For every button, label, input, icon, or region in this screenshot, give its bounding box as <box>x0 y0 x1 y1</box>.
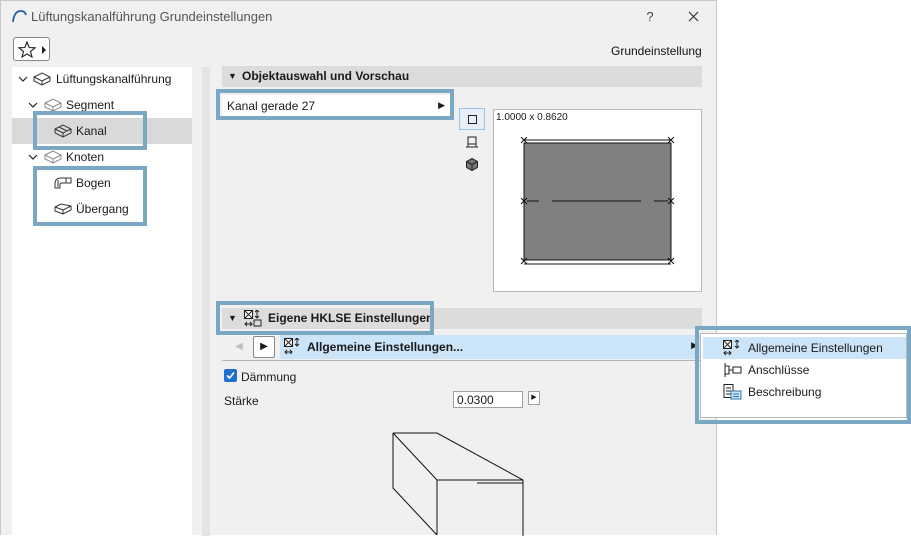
thickness-input[interactable]: 0.0300 <box>453 391 523 408</box>
general-settings-icon <box>244 310 262 327</box>
plan-view-button[interactable] <box>459 108 485 130</box>
chevron-right-icon: ▶ <box>691 340 698 350</box>
next-page-button[interactable]: ▶ <box>253 336 275 358</box>
tree-item-lueftungskanalfuehrung[interactable]: Lüftungskanalführung <box>12 67 192 91</box>
3d-view-button[interactable] <box>459 154 485 176</box>
app-arc-icon <box>12 10 27 23</box>
duct-icon <box>54 124 72 138</box>
menu-item-anschluesse[interactable]: Anschlüsse <box>703 359 906 381</box>
tree-item-label: Bogen <box>76 176 111 190</box>
previous-page-button[interactable]: ◀ <box>228 337 250 357</box>
page-selector[interactable]: Allgemeine Einstellungen... ▶ <box>280 335 702 359</box>
menu-item-allgemeine-einstellungen[interactable]: Allgemeine Einstellungen <box>703 337 906 359</box>
star-icon <box>18 41 36 58</box>
page-menu: Allgemeine Einstellungen Anschlüsse Besc… <box>700 333 907 418</box>
general-settings-icon <box>284 338 300 355</box>
chevron-down-icon <box>28 102 38 108</box>
object-section-header[interactable]: ▼ Objektauswahl und Vorschau <box>222 66 702 87</box>
title-bar: Lüftungskanalführung Grundeinstellungen … <box>1 1 716 33</box>
chevron-right-icon <box>42 46 46 54</box>
section-view-icon <box>466 136 478 148</box>
collapse-triangle-icon: ▼ <box>228 71 237 81</box>
3d-view-icon <box>466 158 478 171</box>
preview-dimension: 1.0000 x 0.8620 <box>496 112 568 123</box>
thickness-label: Stärke <box>224 394 259 408</box>
tree-panel: Lüftungskanalführung Segment Kanal Knote… <box>12 67 192 536</box>
tree-item-bogen[interactable]: Bogen <box>12 171 192 195</box>
plan-view-icon <box>468 115 477 124</box>
tree-item-uebergang[interactable]: Übergang <box>12 197 192 221</box>
current-page-label: Allgemeine Einstellungen... <box>307 340 464 354</box>
segment-icon <box>44 98 62 112</box>
hklse-section-header[interactable]: ▼ Eigene HKLSE Einstellungen <box>222 308 702 329</box>
divider <box>222 360 702 361</box>
chevron-down-icon <box>18 76 28 82</box>
tree-item-label: Kanal <box>76 124 107 138</box>
menu-item-label: Anschlüsse <box>748 363 810 377</box>
tree-item-label: Segment <box>66 98 115 112</box>
window-title: Lüftungskanalführung Grundeinstellungen <box>31 9 273 24</box>
splitter[interactable] <box>202 67 210 536</box>
tree-item-knoten[interactable]: Knoten <box>12 145 192 169</box>
tree-item-label: Lüftungskanalführung <box>56 72 172 86</box>
insulation-label: Dämmung <box>241 370 297 384</box>
page-navigation: ◀ ▶ Allgemeine Einstellungen... ▶ <box>222 335 702 359</box>
section-title: Eigene HKLSE Einstellungen <box>268 311 434 325</box>
preview-panel: 1.0000 x 0.8620 <box>493 109 702 292</box>
tree-item-kanal[interactable]: Kanal <box>12 119 192 143</box>
node-icon <box>44 150 62 164</box>
menu-item-label: Beschreibung <box>748 385 822 399</box>
tree-item-label: Übergang <box>76 202 129 216</box>
selected-object-label: Kanal gerade 27 <box>227 99 316 113</box>
checkmark-icon <box>226 371 235 380</box>
section-title: Objektauswahl und Vorschau <box>242 69 410 83</box>
menu-item-label: Allgemeine Einstellungen <box>748 341 883 355</box>
favorites-button[interactable] <box>13 37 50 61</box>
object-selector[interactable]: Kanal gerade 27 ▶ <box>222 95 451 118</box>
duct-cross-section-preview <box>520 137 675 265</box>
preset-label: Grundeinstellung <box>611 44 702 58</box>
insulation-checkbox[interactable] <box>224 369 237 382</box>
menu-item-beschreibung[interactable]: Beschreibung <box>703 381 906 403</box>
duct-3d-preview <box>392 432 524 536</box>
chevron-right-icon: ▶ <box>438 100 445 110</box>
transition-icon <box>54 203 72 215</box>
duct-route-icon <box>33 72 51 86</box>
help-button[interactable]: ? <box>639 6 661 28</box>
general-settings-icon <box>723 340 740 356</box>
tree-item-label: Knoten <box>66 150 105 164</box>
thickness-arrow-button[interactable]: ▶ <box>528 391 540 405</box>
tree-item-segment[interactable]: Segment <box>12 93 192 117</box>
collapse-triangle-icon: ▼ <box>228 313 237 323</box>
bend-icon <box>54 177 72 189</box>
connections-icon <box>724 363 742 377</box>
settings-dialog: Lüftungskanalführung Grundeinstellungen … <box>0 0 717 536</box>
description-icon <box>723 384 742 400</box>
section-view-button[interactable] <box>459 132 485 154</box>
chevron-down-icon <box>28 154 38 160</box>
close-icon[interactable] <box>681 6 705 28</box>
